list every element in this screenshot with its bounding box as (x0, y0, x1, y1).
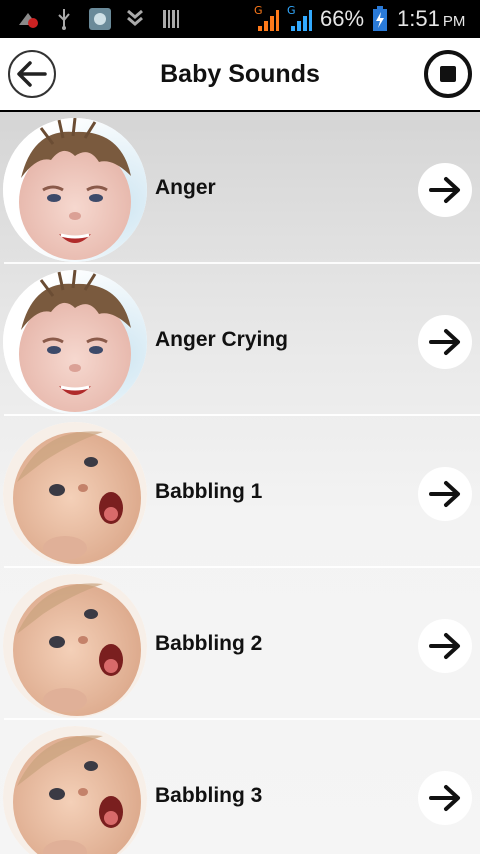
list-item[interactable]: Babbling 3 (0, 720, 480, 854)
avatar (3, 574, 147, 718)
arrow-right-icon (429, 177, 460, 203)
list-item[interactable]: Anger Crying (0, 264, 480, 416)
sound-label: Anger Crying (155, 328, 289, 351)
sound-list: Anger Anger Crying Babbling 1 Babbling 2… (0, 112, 480, 854)
sound-label: Babbling 1 (155, 480, 263, 503)
arrow-right-icon (429, 633, 460, 659)
sound-label: Babbling 2 (155, 632, 263, 655)
arrow-right-icon (429, 785, 460, 811)
app-bar: Baby Sounds (0, 38, 480, 112)
usb-icon (54, 7, 74, 36)
play-button[interactable] (418, 163, 472, 217)
signal-strength-icon (289, 6, 313, 37)
avatar (3, 270, 147, 414)
play-button[interactable] (418, 467, 472, 521)
arrow-right-icon (429, 329, 460, 355)
avatar (3, 726, 147, 854)
angry-baby-icon (3, 118, 147, 262)
download-icon (126, 7, 144, 36)
sound-label: Anger (155, 176, 216, 199)
clock-ampm: PM (442, 13, 466, 30)
babbling-baby-icon (3, 574, 147, 718)
play-button[interactable] (418, 771, 472, 825)
avatar (3, 422, 147, 566)
battery-percent: 66% (320, 6, 365, 31)
arrow-right-icon (429, 481, 460, 507)
status-bar: G G 66% 1:51 PM (0, 0, 480, 38)
app-shield-icon (88, 7, 112, 36)
app-notification-icon (16, 7, 40, 36)
stop-icon (440, 66, 456, 82)
battery-charging-icon (372, 6, 388, 37)
clock-time: 1:51 (397, 6, 440, 31)
list-item[interactable]: Babbling 1 (0, 416, 480, 568)
clock: 1:51 PM (397, 6, 465, 32)
barcode-icon (162, 7, 180, 36)
list-item[interactable]: Babbling 2 (0, 568, 480, 720)
avatar (3, 118, 147, 262)
page-title: Baby Sounds (160, 60, 320, 88)
angry-baby-icon (3, 270, 147, 414)
list-item[interactable]: Anger (0, 112, 480, 264)
play-button[interactable] (418, 619, 472, 673)
stop-button[interactable] (424, 50, 472, 98)
signal-strength-icon (256, 6, 280, 37)
babbling-baby-icon (3, 422, 147, 566)
play-button[interactable] (418, 315, 472, 369)
sound-label: Babbling 3 (155, 784, 263, 807)
babbling-baby-icon (3, 726, 147, 854)
